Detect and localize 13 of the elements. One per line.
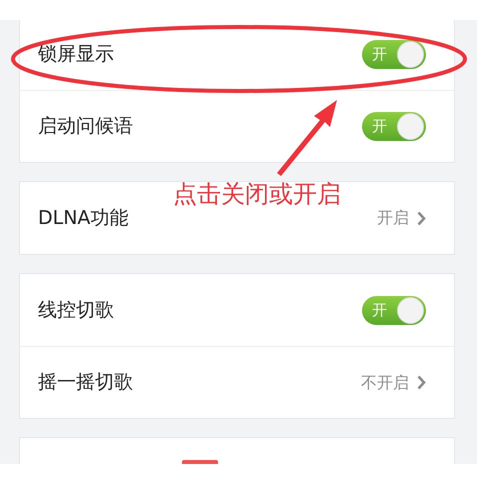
toggle-switch[interactable]: 开 [362, 296, 426, 324]
setting-label: 摇一摇切歌 [38, 370, 133, 396]
chevron-right-icon [417, 375, 426, 390]
setting-label: DLNA功能 [38, 206, 128, 231]
setting-label: 锁屏显示 [38, 42, 114, 67]
setting-label: 启动问候语 [38, 114, 133, 140]
setting-value[interactable]: 开启 [377, 206, 409, 230]
annotation-text: 点击关闭或开启 [173, 179, 341, 210]
toggle-switch[interactable]: 开 [362, 40, 426, 68]
setting-label: 线控切歌 [38, 298, 114, 323]
chevron-right-icon [417, 210, 426, 226]
toggle-switch[interactable]: 开 [362, 112, 426, 141]
setting-value[interactable]: 不开启 [361, 370, 409, 394]
